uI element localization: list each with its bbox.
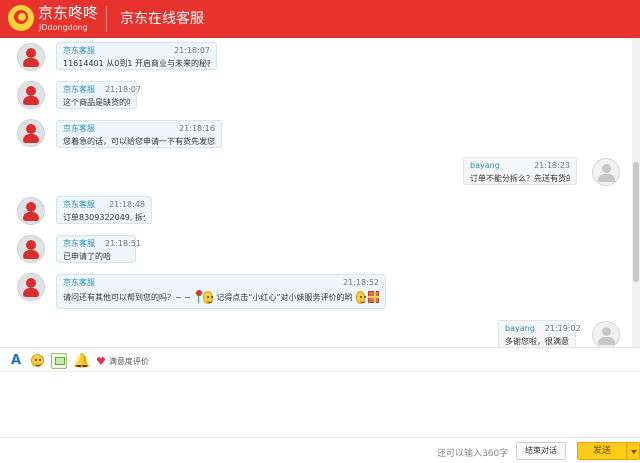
scrollbar-thumb[interactable] [633,162,639,282]
happy-emoji-icon [355,290,366,304]
message-input[interactable] [0,372,640,437]
agent-avatar [17,273,45,301]
rose-icon [194,290,203,304]
heart-icon: ♥ [96,354,106,368]
user-avatar [592,158,620,186]
message-list[interactable]: 京东客服 21:18:07 11614401 从0到1 开启商业与未来的秘密 [简… [0,38,632,347]
message-text: 这个商品是缺货的呢 [63,98,130,107]
message-sender: 京东客服 [63,278,95,287]
rating-label: 满意度评价 [108,356,149,366]
message-sender: bayang [470,161,500,170]
message-sender: 京东客服 [63,239,95,248]
title-bar: 京东咚咚 JDdongdong 京东在线客服 [0,0,640,38]
message-time: 21:18:52 [343,278,379,287]
message-text: 记得点击“小红心”对小妹服务评价的哟 [216,292,353,302]
message-text-row: 请问还有其他可以帮到您的吗？~ ~ 记得点击“小红心”对小妹服务评价的哟 [63,290,379,304]
message-bubble: 京东客服 21:18:07 这个商品是缺货的呢 [56,81,141,109]
message-bubble: 京东客服 21:18:48 订单8309322049, 拆分成功 [56,196,152,224]
agent-avatar [17,119,45,147]
message-bubble: 京东客服 21:18:51 已申请了的哈 [56,235,141,263]
message-sender: 京东客服 [63,124,95,133]
logo-subtitle: JDdongdong [39,23,88,32]
window-title: 京东在线客服 [120,11,204,27]
message-text: 已申请了的哈 [63,252,111,261]
message-bubble: bayang 21:18:23 订单不能分拆么？先送有货的？ [463,157,577,185]
message-bubble: 京东客服 21:18:07 11614401 从0到1 开启商业与未来的秘密 [简 [56,42,217,70]
message-sender: 京东客服 [63,46,95,55]
gift-icon [368,291,379,303]
emoji-button[interactable] [29,353,45,369]
message-bubble: 京东客服 21:18:52 请问还有其他可以帮到您的吗？~ ~ 记得点击“小红心”… [56,274,386,309]
message-scrollbar[interactable] [632,38,640,347]
message-time: 21:18:23 [534,161,570,170]
message-time: 21:18:51 [105,239,141,248]
message-sender: bayang [505,324,535,333]
character-counter: 还可以输入360字 [437,449,509,459]
send-button[interactable]: 发送 [577,442,627,460]
send-options-chevron-down-icon[interactable] [627,442,640,460]
header-divider [106,6,107,32]
user-avatar [592,321,620,347]
message-time: 21:18:07 [174,46,210,55]
message-text: 订单不能分拆么？先送有货的？ [470,174,570,183]
agent-avatar [17,197,45,225]
satisfaction-rating-button[interactable]: ♥ 满意度评价 [96,354,149,368]
agent-avatar [17,235,45,263]
message-time: 21:18:16 [179,124,215,133]
input-toolbar: A 🔔 ♥ 满意度评价 [0,347,640,372]
jd-dongdong-logo: 京东咚咚 JDdongdong [8,5,104,33]
agent-avatar [17,81,45,109]
end-conversation-button[interactable]: 结束对话 [516,442,566,460]
image-icon[interactable] [51,353,67,369]
message-text: 您着急的话，可以给您申请一下有货先发您的哦 [63,137,215,146]
logo-text: 京东咚咚 [38,4,99,22]
message-bubble: bayang 21:19:02 多谢您啦，很满意。 [498,320,581,347]
smile-icon [30,354,44,367]
message-text: 多谢您啦，很满意。 [505,337,569,346]
blush-emoji-icon [203,290,214,304]
message-bubble: 京东客服 21:18:16 您着急的话，可以给您申请一下有货先发您的哦 [56,120,222,148]
message-text: 请问还有其他可以帮到您的吗？~ ~ [63,292,191,302]
message-sender: 京东客服 [63,85,95,94]
agent-avatar [17,43,45,71]
footer-bar: 还可以输入360字 结束对话 发送 [0,437,640,463]
logo-icon [8,5,34,31]
message-sender: 京东客服 [63,200,95,209]
bell-icon[interactable]: 🔔 [73,353,90,369]
chat-window: 京东咚咚 JDdongdong 京东在线客服 京东客服 21:18:07 1161… [0,0,640,463]
message-time: 21:18:07 [105,85,141,94]
message-text: 11614401 从0到1 开启商业与未来的秘密 [简 [63,59,210,68]
message-text: 订单8309322049, 拆分成功 [63,213,145,222]
message-time: 21:19:02 [544,324,581,333]
font-icon[interactable]: A [8,353,24,369]
message-time: 21:18:48 [109,200,145,209]
